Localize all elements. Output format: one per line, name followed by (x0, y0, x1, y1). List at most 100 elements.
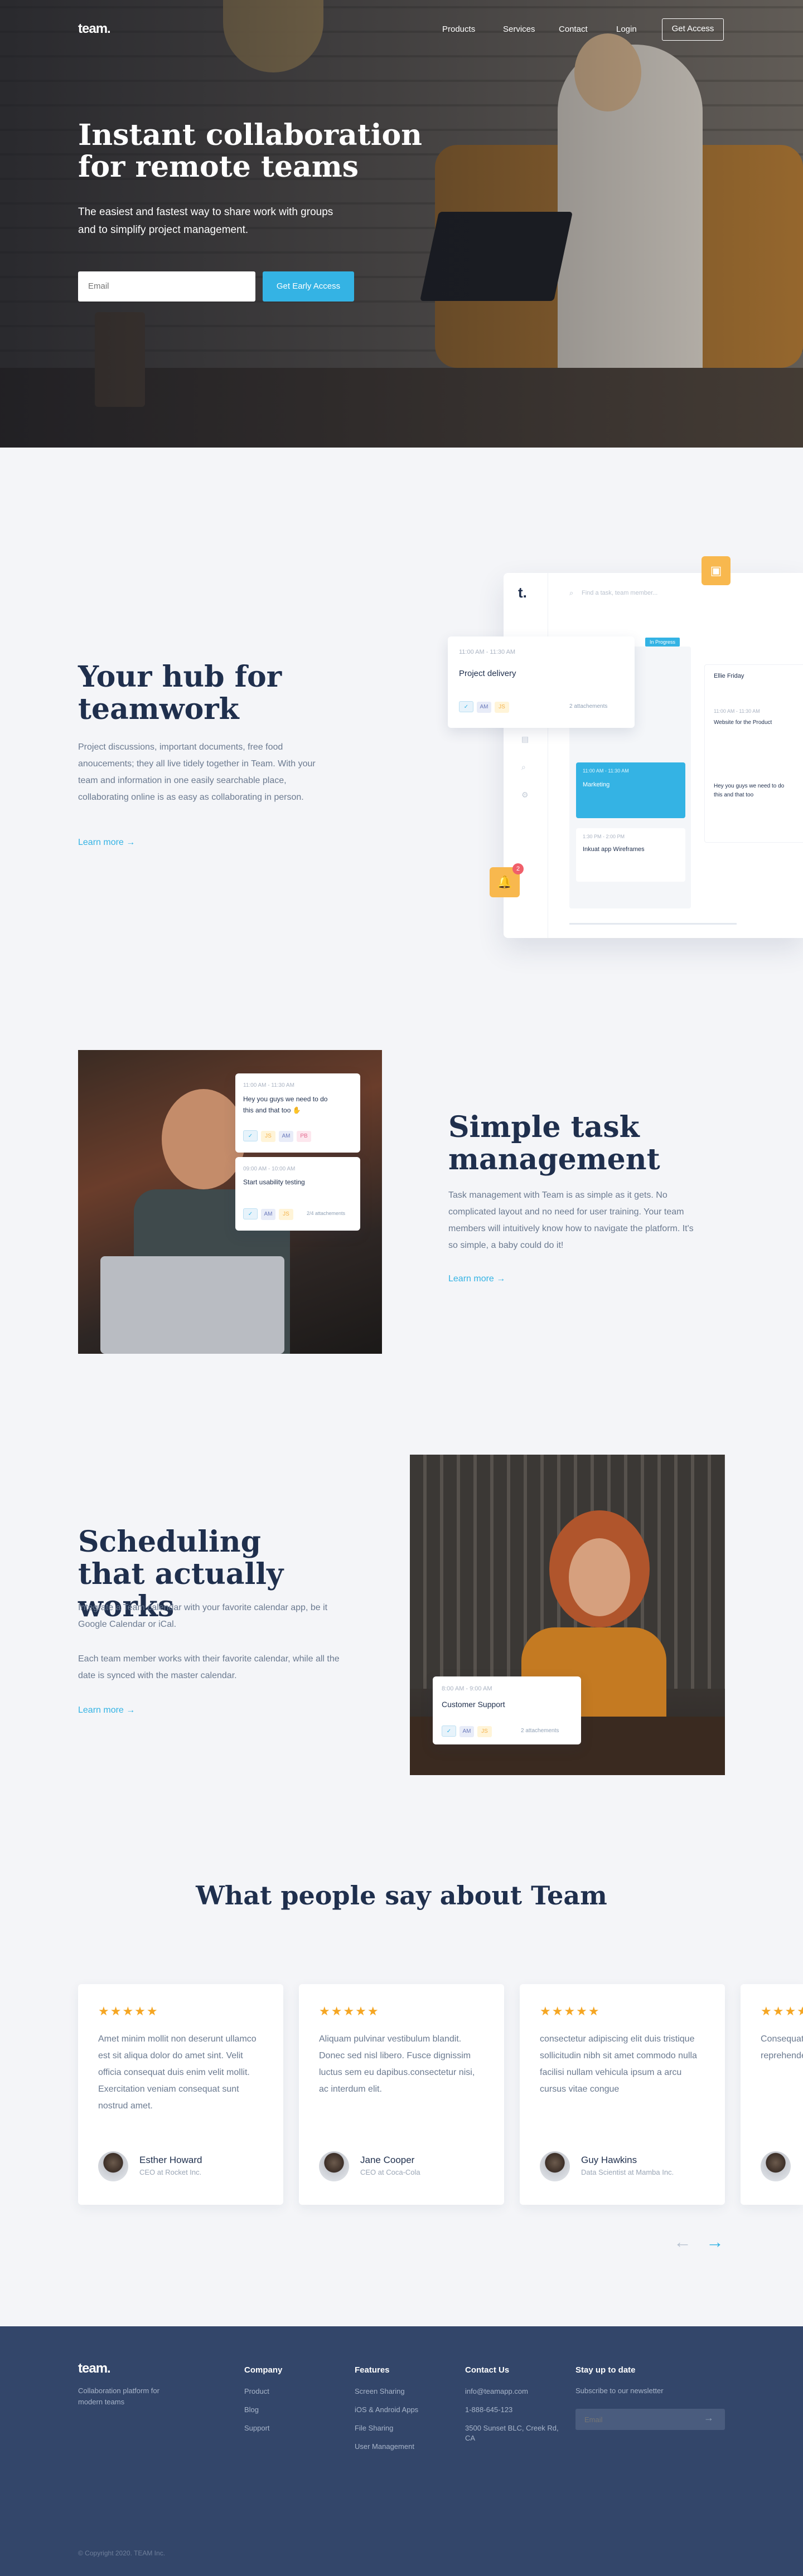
footer-link[interactable]: User Management (355, 2437, 418, 2456)
card-tags: ✓ AM JS (243, 1208, 297, 1220)
footer-tagline: Collaboration platform for modern teams (78, 2387, 159, 2406)
contact-email[interactable]: info@teamapp.com (465, 2382, 560, 2400)
check-icon[interactable]: ✓ (459, 701, 473, 712)
card-title: Customer Support (442, 1700, 505, 1709)
review-card: ★★★★★ Amet minim mollit non deserunt ull… (78, 1984, 283, 2205)
reviewer-name: Guy Hawkins (581, 2155, 637, 2165)
avatar: AM (261, 1209, 275, 1220)
footer-link[interactable]: Product (244, 2382, 270, 2400)
contact-phone[interactable]: 1-888-645-123 (465, 2400, 560, 2419)
footer-link[interactable]: File Sharing (355, 2419, 418, 2437)
reviewer-name: Esther Howard (139, 2155, 202, 2165)
task-time: 1:30 PM - 2:00 PM (583, 834, 625, 839)
review-quote: Consequat cillum dolor pariatur. Ex repr… (761, 2034, 803, 2060)
task-time: 11:00 AM - 11:30 AM (583, 768, 629, 774)
schedule-body-1: Integrate a Team calendar with your favo… (78, 1603, 328, 1629)
search-icon: ⌕ (569, 589, 574, 597)
review-card: ★★★★★ Aliquam pulvinar vestibulum blandi… (299, 1984, 504, 2205)
hero-email-input[interactable] (78, 271, 255, 302)
nav-contact[interactable]: Contact (559, 25, 588, 34)
get-access-button[interactable]: Get Access (662, 18, 724, 41)
settings-icon: ⚙ (521, 790, 529, 799)
mock-task-wireframes: 1:30 PM - 2:00 PM Inkuat app Wireframes (576, 828, 685, 882)
nav-products[interactable]: Products (442, 25, 475, 34)
app-mockup: t. ⌕ Find a task, team member... ▤ ⌕ ⚙ I… (504, 573, 803, 938)
footer-link[interactable]: Screen Sharing (355, 2382, 418, 2400)
card-message: Hey you guys we need to do this and that… (243, 1095, 328, 1114)
footer-logo[interactable]: team. (78, 2361, 111, 2376)
arrow-right-icon[interactable]: → (704, 2412, 714, 2424)
review-quote: Aliquam pulvinar vestibulum blandit. Don… (319, 2034, 475, 2094)
contact-info: info@teamapp.com 1-888-645-123 3500 Suns… (465, 2382, 560, 2443)
calendar-badge: ▣ (702, 556, 731, 585)
task-title: Simple task management (448, 1110, 660, 1177)
avatar (540, 2151, 570, 2181)
project-delivery-card[interactable]: 11:00 AM - 11:30 AM Project delivery ✓ AM… (448, 636, 635, 728)
card-title: Start usability testing (243, 1178, 305, 1186)
nav-services[interactable]: Services (503, 25, 535, 34)
avatar: AM (459, 1726, 474, 1737)
task-learn-more-link[interactable]: Learn more → (448, 1274, 505, 1284)
message-card[interactable]: 11:00 AM - 11:30 AM Hey you guys we need… (235, 1073, 360, 1153)
review-card: ★★★★★ consectetur adipiscing elit duis t… (520, 1984, 725, 2205)
contact-address: 3500 Sunset BLC, Creek Rd, CA (465, 2424, 559, 2442)
avatar (319, 2151, 349, 2181)
early-access-button[interactable]: Get Early Access (263, 271, 354, 302)
avatar: JS (279, 1209, 293, 1220)
check-icon[interactable]: ✓ (442, 1726, 456, 1737)
avatar: AM (279, 1131, 293, 1142)
card-time: 11:00 AM - 11:30 AM (243, 1082, 294, 1088)
company-heading: Company (244, 2365, 283, 2375)
newsletter-email-input[interactable] (575, 2409, 725, 2430)
calendar-icon: ▣ (710, 563, 722, 577)
in-progress-label: In Progress (645, 638, 680, 647)
schedule-body-2: Each team member works with their favori… (78, 1654, 340, 1680)
card-time: 11:00 AM - 11:30 AM (459, 649, 516, 655)
search-icon: ⌕ (521, 762, 526, 771)
avatar: JS (477, 1726, 492, 1737)
logo[interactable]: team. (78, 21, 111, 37)
check-icon[interactable]: ✓ (243, 1130, 258, 1141)
newsletter-subtitle: Subscribe to our newsletter (575, 2387, 664, 2395)
hub-learn-more-link[interactable]: Learn more → (78, 838, 135, 848)
footer-link[interactable]: Blog (244, 2400, 270, 2419)
reviews-title: What people say about Team (196, 1880, 607, 1911)
avatar (98, 2151, 128, 2181)
check-icon[interactable]: ✓ (243, 1208, 258, 1219)
task-title: Inkuat app Wireframes (583, 846, 645, 853)
rating-stars: ★★★★★ (761, 2004, 803, 2018)
rating-stars: ★★★★★ (319, 2004, 380, 2018)
mock-column-2: Ellie Friday 11:00 AM - 11:30 AM Website… (704, 664, 803, 843)
attachments-count: 2 attachements (569, 703, 608, 709)
footer-link[interactable]: Support (244, 2419, 270, 2437)
contact-heading: Contact Us (465, 2365, 510, 2375)
hero-subtitle: The easiest and fastest way to share wor… (78, 206, 333, 236)
rating-stars: ★★★★★ (98, 2004, 159, 2018)
attachments-count: 2/4 attachements (307, 1211, 346, 1216)
customer-support-card[interactable]: 8:00 AM - 9:00 AM Customer Support ✓ AM JS… (433, 1676, 581, 1744)
mock-scrollbar[interactable] (569, 923, 737, 925)
arrow-left-icon[interactable]: ← (674, 2232, 691, 2252)
message-text: Hey you guys we need to do this and that… (714, 783, 785, 798)
footer-link[interactable]: iOS & Android Apps (355, 2400, 418, 2419)
schedule-learn-more-link[interactable]: Learn more → (78, 1705, 135, 1715)
hub-title: Your hub for teamwork (78, 660, 282, 726)
attachments-count: 2 attachements (521, 1728, 559, 1734)
review-quote: Amet minim mollit non deserunt ullamco e… (98, 2034, 257, 2111)
nav-login[interactable]: Login (616, 25, 637, 34)
features-links: Screen Sharing iOS & Android Apps File S… (355, 2382, 418, 2456)
reviewer-role: CEO at Rocket Inc. (139, 2168, 202, 2176)
card-time: 09:00 AM - 10:00 AM (243, 1166, 296, 1172)
reviewer-role: Data Scientist at Mamba Inc. (581, 2168, 674, 2176)
card-tags: ✓ JS AM PB (243, 1130, 315, 1142)
reviewer-role: CEO at Coca-Cola (360, 2168, 420, 2176)
task-title: Marketing (583, 781, 610, 788)
avatar: JS (261, 1131, 275, 1142)
arrow-right-icon[interactable]: → (706, 2232, 724, 2252)
avatar (761, 2151, 791, 2181)
usability-card[interactable]: 09:00 AM - 10:00 AM Start usability test… (235, 1157, 360, 1231)
mock-task-marketing: 11:00 AM - 11:30 AM Marketing (576, 762, 685, 818)
avatar: AM (477, 702, 491, 713)
mock-search: Find a task, team member... (582, 590, 658, 596)
hub-body: Project discussions, important documents… (78, 742, 316, 802)
